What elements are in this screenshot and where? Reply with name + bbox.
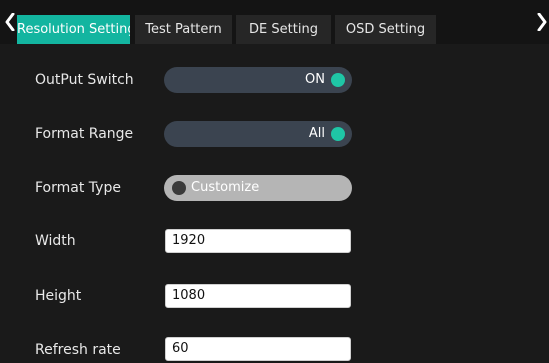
format-range-toggle[interactable]: All	[164, 121, 352, 147]
toggle-knob	[172, 181, 186, 195]
tab-label: OSD Setting	[345, 22, 426, 37]
toggle-knob	[331, 73, 345, 87]
height-input[interactable]: 1080	[165, 284, 351, 308]
format-type-toggle[interactable]: Customize	[164, 175, 352, 201]
refresh-rate-input[interactable]: 60	[165, 337, 351, 361]
format-type-value: Customize	[191, 180, 260, 195]
toggle-knob	[331, 127, 345, 141]
settings-panel: Resolution Setting Test Pattern DE Setti…	[0, 0, 549, 363]
chevron-left-icon[interactable]	[3, 8, 17, 36]
output-switch-value: ON	[305, 72, 325, 87]
tab-label: Test Pattern	[145, 22, 222, 37]
tab-de-setting[interactable]: DE Setting	[236, 15, 331, 44]
tab-test-pattern[interactable]: Test Pattern	[135, 15, 232, 44]
tab-label: Resolution Setting	[17, 22, 130, 37]
chevron-right-icon[interactable]	[535, 8, 549, 36]
tab-label: DE Setting	[249, 22, 318, 37]
format-type-label: Format Type	[35, 180, 121, 196]
output-switch-toggle[interactable]: ON	[164, 67, 352, 93]
width-label: Width	[35, 233, 76, 249]
height-label: Height	[35, 288, 82, 304]
refresh-rate-label: Refresh rate	[35, 342, 121, 358]
tab-osd-setting[interactable]: OSD Setting	[335, 15, 436, 44]
output-switch-label: OutPut Switch	[35, 72, 134, 88]
tab-resolution-setting[interactable]: Resolution Setting	[17, 15, 130, 44]
width-input[interactable]: 1920	[165, 229, 351, 253]
tab-bar: Resolution Setting Test Pattern DE Setti…	[0, 0, 549, 44]
format-range-value: All	[308, 126, 325, 141]
format-range-label: Format Range	[35, 126, 134, 142]
